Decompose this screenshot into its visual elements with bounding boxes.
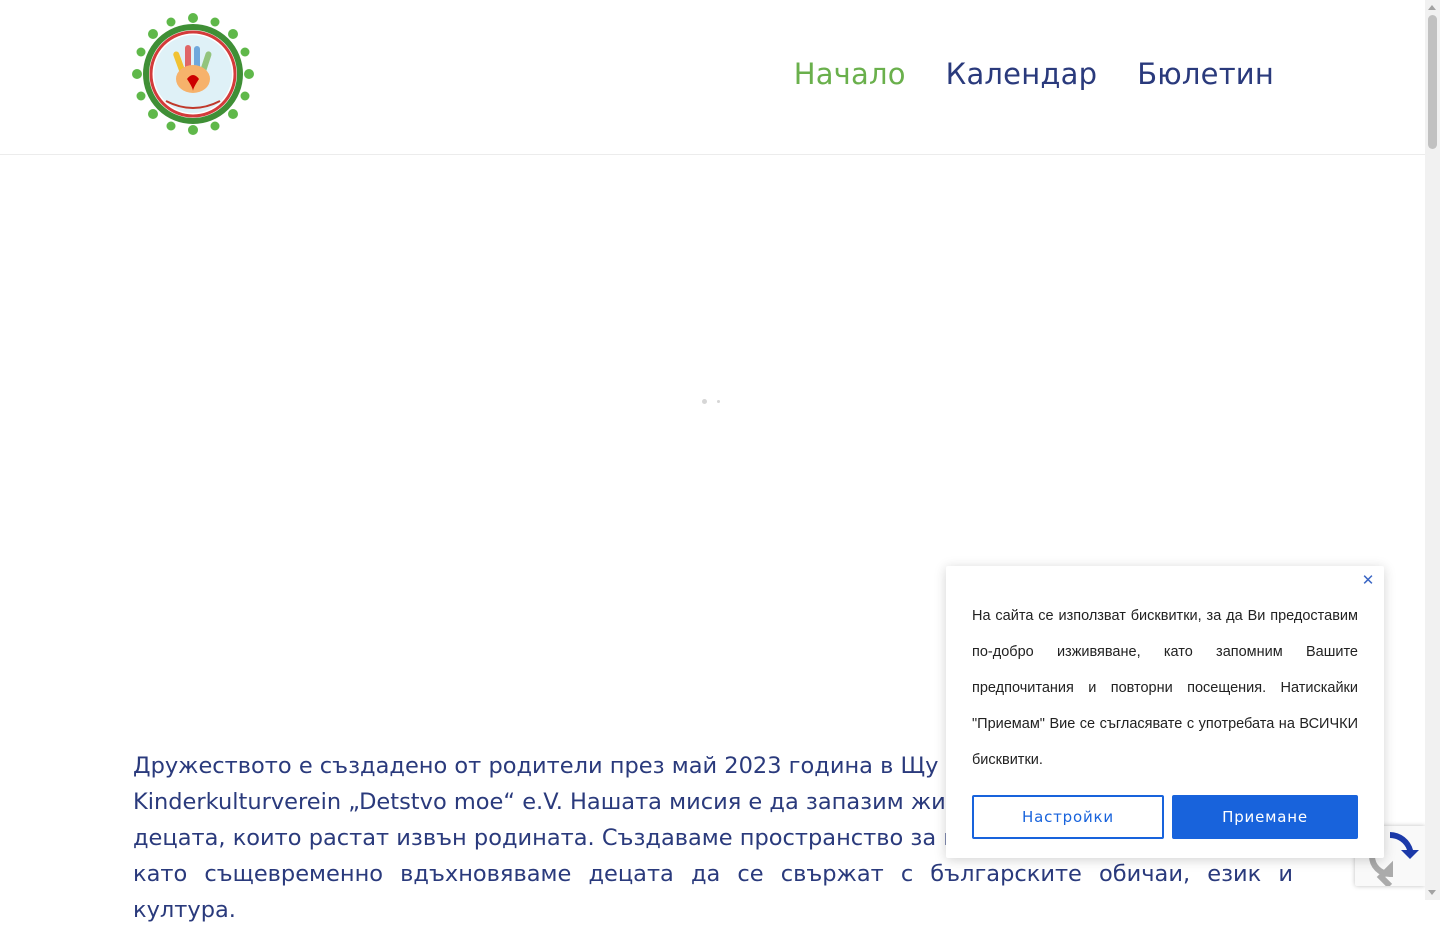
logo-wreath-icon [132,13,254,135]
cookie-consent-banner: ✕ На сайта се използват бисквитки, за да… [946,566,1384,858]
scroll-down-icon[interactable] [1428,890,1436,895]
site-header: Начало Календар Бюлетин [0,0,1425,155]
loading-dot [717,400,720,403]
intro-line: като същевременно вдъхновяваме децата да… [133,861,1293,923]
nav-link-home[interactable]: Начало [794,57,906,91]
page-scrollbar[interactable] [1425,0,1440,900]
nav-link-bulletin[interactable]: Бюлетин [1137,57,1274,91]
cookie-settings-button[interactable]: Настройки [972,795,1164,839]
loading-dot [702,399,707,404]
scrollbar-thumb[interactable] [1428,15,1437,149]
cookie-consent-text: На сайта се използват бисквитки, за да В… [972,608,1358,768]
site-logo[interactable] [132,13,254,135]
close-icon[interactable]: ✕ [1360,572,1376,588]
main-nav: Начало Календар Бюлетин [794,57,1274,91]
scroll-up-icon[interactable] [1428,5,1436,10]
nav-link-calendar[interactable]: Календар [946,57,1098,91]
cookie-accept-button[interactable]: Приемане [1172,795,1358,839]
